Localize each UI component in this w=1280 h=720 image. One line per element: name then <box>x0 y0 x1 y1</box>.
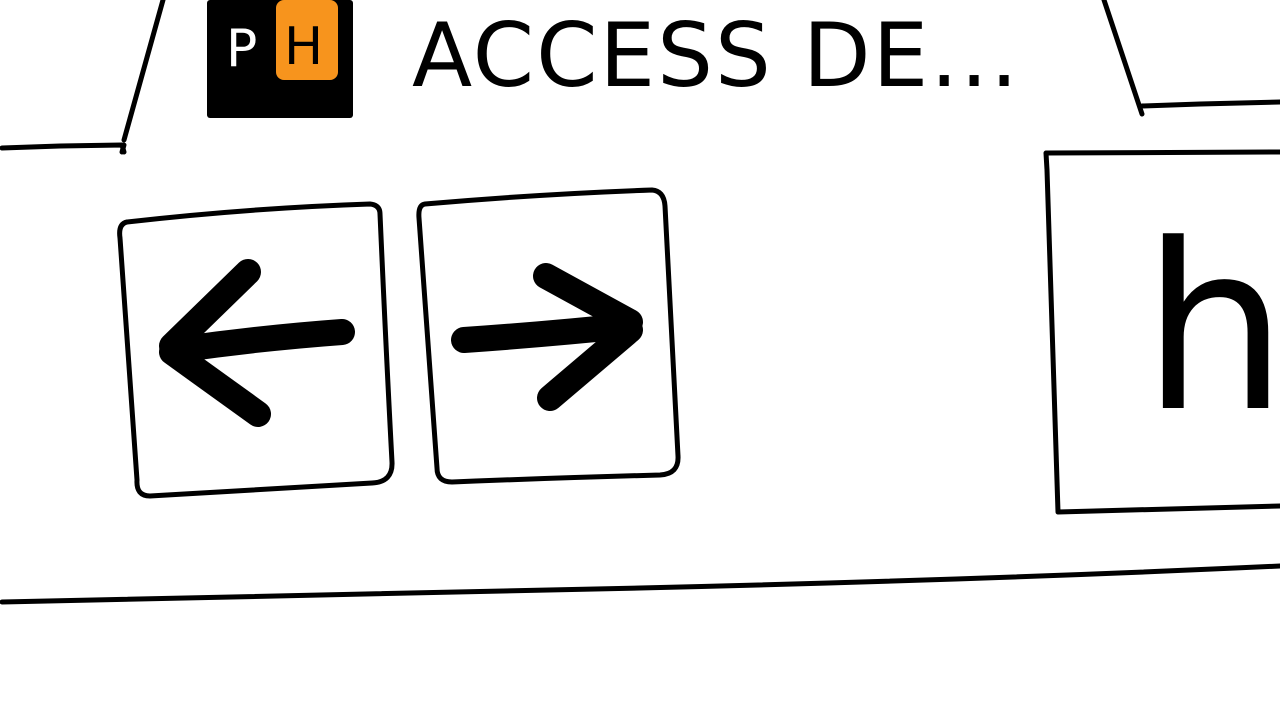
site-logo: P H <box>207 0 353 118</box>
back-button[interactable] <box>117 201 395 499</box>
browser-tab[interactable]: P H ACCESS DE... <box>0 0 1280 155</box>
arrow-left-icon <box>159 259 355 427</box>
browser-sketch: P H ACCESS DE... ht <box>0 0 1280 605</box>
tab-title: ACCESS DE... <box>412 4 1020 107</box>
arrow-right-icon <box>451 263 643 411</box>
logo-letter-right: H <box>284 17 323 77</box>
tab-outline-left-base <box>119 142 127 155</box>
toolbar-bottom-edge <box>0 563 1280 605</box>
logo-letter-left: P <box>226 19 257 79</box>
address-bar-text: ht <box>1142 196 1280 463</box>
address-bar[interactable]: ht <box>1043 149 1280 515</box>
forward-button[interactable] <box>416 187 681 485</box>
